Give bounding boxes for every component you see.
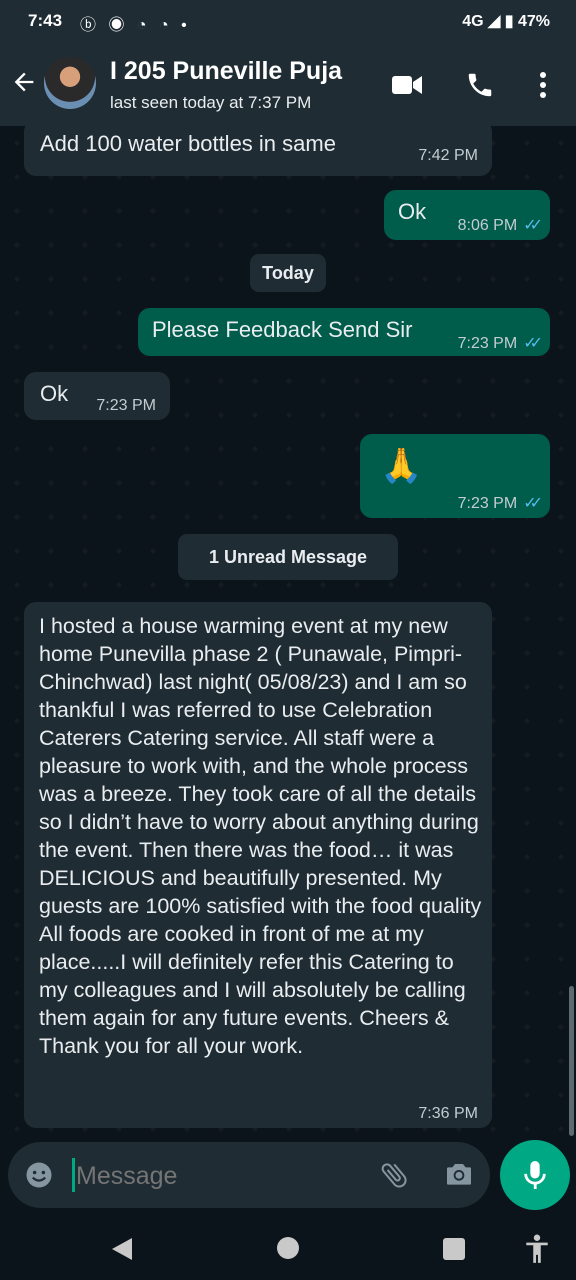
message-text: I hosted a house warming event at my new… (39, 614, 482, 1058)
last-seen-status: last seen today at 7:37 PM (110, 93, 312, 112)
voice-record-button[interactable] (500, 1140, 570, 1210)
camera-icon[interactable] (442, 1158, 476, 1190)
message-time: 7:23 PM (457, 335, 518, 352)
system-navigation-bar (0, 1216, 576, 1280)
unread-messages-banner: 1 Unread Message (178, 534, 398, 580)
message-time: 8:06 PM (457, 217, 518, 234)
microphone-icon (524, 1161, 546, 1189)
status-bar: 7:43 ⓑ ◉ ◔ ◔ • 4G ◢ ▮ 47% (0, 0, 576, 44)
read-receipt-icon: ✓✓ (523, 217, 543, 234)
emoji-icon[interactable] (24, 1160, 54, 1190)
back-arrow-icon[interactable] (10, 68, 38, 96)
accessibility-icon[interactable] (524, 1234, 550, 1264)
message-text: Please Feedback Send Sir (152, 317, 413, 342)
read-receipt-icon: ✓✓ (523, 335, 543, 352)
message-text: Ok (40, 381, 69, 406)
nav-home-icon[interactable] (276, 1236, 300, 1260)
message-bubble-outgoing[interactable]: 🙏 7:23 PM ✓✓ (360, 434, 550, 518)
contact-name[interactable]: I 205 Puneville Puja (110, 57, 342, 86)
message-text: Ok (398, 199, 427, 224)
date-chip: Today (250, 254, 326, 292)
video-call-icon[interactable] (390, 70, 424, 100)
message-composer[interactable] (8, 1142, 490, 1208)
message-bubble-incoming[interactable]: I hosted a house warming event at my new… (24, 602, 492, 1128)
message-bubble-outgoing[interactable]: Ok 8:06 PM ✓✓ (384, 190, 550, 240)
more-options-icon[interactable] (536, 70, 550, 100)
phone-call-icon[interactable] (465, 70, 495, 100)
scrollbar[interactable] (569, 986, 574, 1136)
message-time: 7:23 PM (457, 495, 518, 512)
message-time: 7:42 PM (418, 147, 478, 164)
message-bubble-incoming[interactable]: Ok 7:23 PM (24, 372, 170, 420)
message-text: Add 100 water bottles in same (40, 131, 336, 156)
status-time: 7:43 (28, 11, 63, 30)
notification-icons: ⓑ ◉ ◔ ◔ • (80, 17, 191, 34)
message-input[interactable] (74, 1156, 368, 1196)
chat-header: I 205 Puneville Puja last seen today at … (0, 44, 576, 126)
message-bubble-outgoing[interactable]: Please Feedback Send Sir 7:23 PM ✓✓ (138, 308, 550, 356)
nav-recents-icon[interactable] (442, 1237, 466, 1261)
message-time: 7:23 PM (96, 397, 156, 414)
message-list[interactable]: Add 100 water bottles in same 7:42 PM Ok… (0, 126, 576, 1136)
nav-back-icon[interactable] (110, 1236, 134, 1262)
folded-hands-emoji: 🙏 (380, 447, 423, 485)
status-right: 4G ◢ ▮ 47% (462, 13, 550, 30)
message-time: 7:36 PM (418, 1105, 478, 1122)
read-receipt-icon: ✓✓ (523, 495, 543, 512)
attach-paperclip-icon[interactable] (378, 1158, 410, 1192)
avatar[interactable] (44, 57, 96, 109)
message-bubble-incoming[interactable]: Add 100 water bottles in same 7:42 PM (24, 126, 492, 176)
